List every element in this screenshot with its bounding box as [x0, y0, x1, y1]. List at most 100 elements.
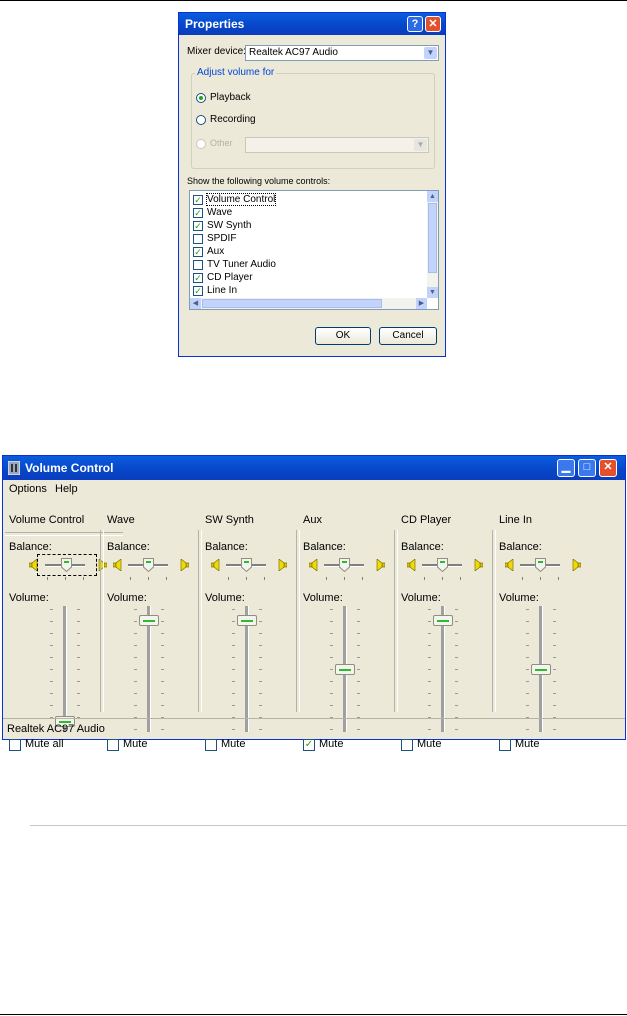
mixer-column: CD Player Balance: Volume: Mute: [397, 502, 494, 751]
checkbox[interactable]: ✓: [193, 273, 203, 283]
column-title: CD Player: [401, 514, 452, 526]
chevron-down-icon[interactable]: ▼: [424, 47, 437, 59]
cancel-button[interactable]: Cancel: [379, 327, 437, 345]
recording-radio[interactable]: [196, 115, 206, 125]
volume-slider[interactable]: [237, 615, 257, 626]
balance-slider[interactable]: [437, 558, 448, 573]
volume-tick: [259, 657, 262, 658]
scroll-right-icon[interactable]: ▶: [416, 298, 427, 309]
help-button[interactable]: ?: [407, 16, 423, 32]
balance-slider[interactable]: [535, 558, 546, 573]
mute-label[interactable]: Mute all: [25, 738, 64, 750]
checkbox[interactable]: [107, 739, 119, 751]
mute-label[interactable]: Mute: [123, 738, 147, 750]
volume-tick: [553, 681, 556, 682]
playback-label[interactable]: Playback: [210, 92, 251, 103]
minimize-button[interactable]: ▁: [557, 459, 575, 477]
volume-tick: [259, 633, 262, 634]
balance-label: Balance:: [107, 541, 150, 553]
volume-tick: [526, 669, 529, 670]
mixer-column: Wave Balance: Volume: Mute: [103, 502, 200, 751]
balance-tick: [558, 577, 559, 580]
menu-options[interactable]: Options: [9, 483, 47, 495]
volume-label: Volume:: [303, 592, 343, 604]
volume-tick: [357, 645, 360, 646]
volume-tick: [134, 645, 137, 646]
ok-button[interactable]: OK: [315, 327, 371, 345]
checkbox[interactable]: [401, 739, 413, 751]
volume-tick: [455, 681, 458, 682]
window-title: Volume Control: [25, 461, 114, 475]
status-text: Realtek AC97 Audio: [7, 723, 105, 735]
checkbox[interactable]: ✓: [193, 208, 203, 218]
playback-radio[interactable]: [196, 93, 206, 103]
balance-tick: [130, 577, 131, 580]
volume-tick: [134, 669, 137, 670]
column-title: SW Synth: [205, 514, 254, 526]
balance-slider[interactable]: [241, 558, 252, 573]
balance-slider[interactable]: [143, 558, 154, 573]
scroll-up-icon[interactable]: ▲: [427, 191, 438, 202]
volume-tick: [428, 693, 431, 694]
balance-tick: [47, 577, 48, 580]
checkbox[interactable]: [499, 739, 511, 751]
scroll-down-icon[interactable]: ▼: [427, 287, 438, 298]
scroll-left-icon[interactable]: ◀: [190, 298, 201, 309]
horizontal-scrollbar[interactable]: ◀ ▶: [190, 298, 427, 309]
checkbox[interactable]: [193, 260, 203, 270]
mute-label[interactable]: Mute: [319, 738, 343, 750]
volume-slider[interactable]: [335, 664, 355, 675]
balance-tick: [344, 577, 345, 580]
checkbox[interactable]: ✓: [193, 286, 203, 296]
balance-tick: [264, 577, 265, 580]
volume-tick: [232, 645, 235, 646]
volume-control-window: Volume Control ▁ □ ✕ Options Help Volume…: [2, 455, 626, 751]
scroll-thumb[interactable]: [202, 299, 382, 308]
volume-tick: [134, 633, 137, 634]
volume-tick: [526, 705, 529, 706]
volume-tick: [330, 621, 333, 622]
properties-dialog: Properties ? ✕ Mixer device: Realtek AC9…: [178, 12, 446, 357]
checkbox[interactable]: ✓: [193, 195, 203, 205]
recording-label[interactable]: Recording: [210, 114, 256, 125]
volume-slider[interactable]: [433, 615, 453, 626]
balance-slider[interactable]: [339, 558, 350, 573]
volume-slider[interactable]: [139, 615, 159, 626]
volume-tick: [161, 621, 164, 622]
maximize-button[interactable]: □: [578, 459, 596, 477]
balance-tick: [148, 577, 149, 580]
volume-tick: [161, 609, 164, 610]
volume-track[interactable]: [63, 606, 67, 732]
show-controls-label: Show the following volume controls:: [187, 176, 331, 186]
checkbox[interactable]: [9, 739, 21, 751]
menu-bar: Options Help: [3, 480, 625, 498]
mute-label[interactable]: Mute: [515, 738, 539, 750]
menu-help[interactable]: Help: [55, 483, 78, 495]
volume-tick: [553, 705, 556, 706]
speaker-right-icon: [571, 558, 582, 572]
volume-tick: [232, 657, 235, 658]
mute-label[interactable]: Mute: [221, 738, 245, 750]
checkbox[interactable]: ✓: [193, 221, 203, 231]
checkbox[interactable]: ✓: [193, 247, 203, 257]
checkbox[interactable]: [205, 739, 217, 751]
checkbox[interactable]: [193, 234, 203, 244]
volume-tick: [357, 609, 360, 610]
column-title: Volume Control: [9, 514, 85, 526]
volume-tick: [455, 621, 458, 622]
scroll-thumb[interactable]: [428, 203, 437, 273]
volume-slider[interactable]: [531, 664, 551, 675]
volume-tick: [77, 621, 80, 622]
volume-tick: [330, 609, 333, 610]
volume-tick: [50, 633, 53, 634]
volume-tick: [77, 681, 80, 682]
mixer-device-select[interactable]: Realtek AC97 Audio ▼: [245, 45, 439, 61]
checkbox[interactable]: ✓: [303, 739, 315, 751]
close-button[interactable]: ✕: [599, 459, 617, 477]
volume-tick: [553, 669, 556, 670]
balance-tick: [65, 577, 66, 580]
close-button[interactable]: ✕: [425, 16, 441, 32]
volume-controls-list[interactable]: ✓ Volume Control ✓ Wave ✓ SW Synth SPDIF ✓ A…: [189, 190, 439, 310]
vertical-scrollbar[interactable]: ▲ ▼: [427, 191, 438, 298]
mute-label[interactable]: Mute: [417, 738, 441, 750]
